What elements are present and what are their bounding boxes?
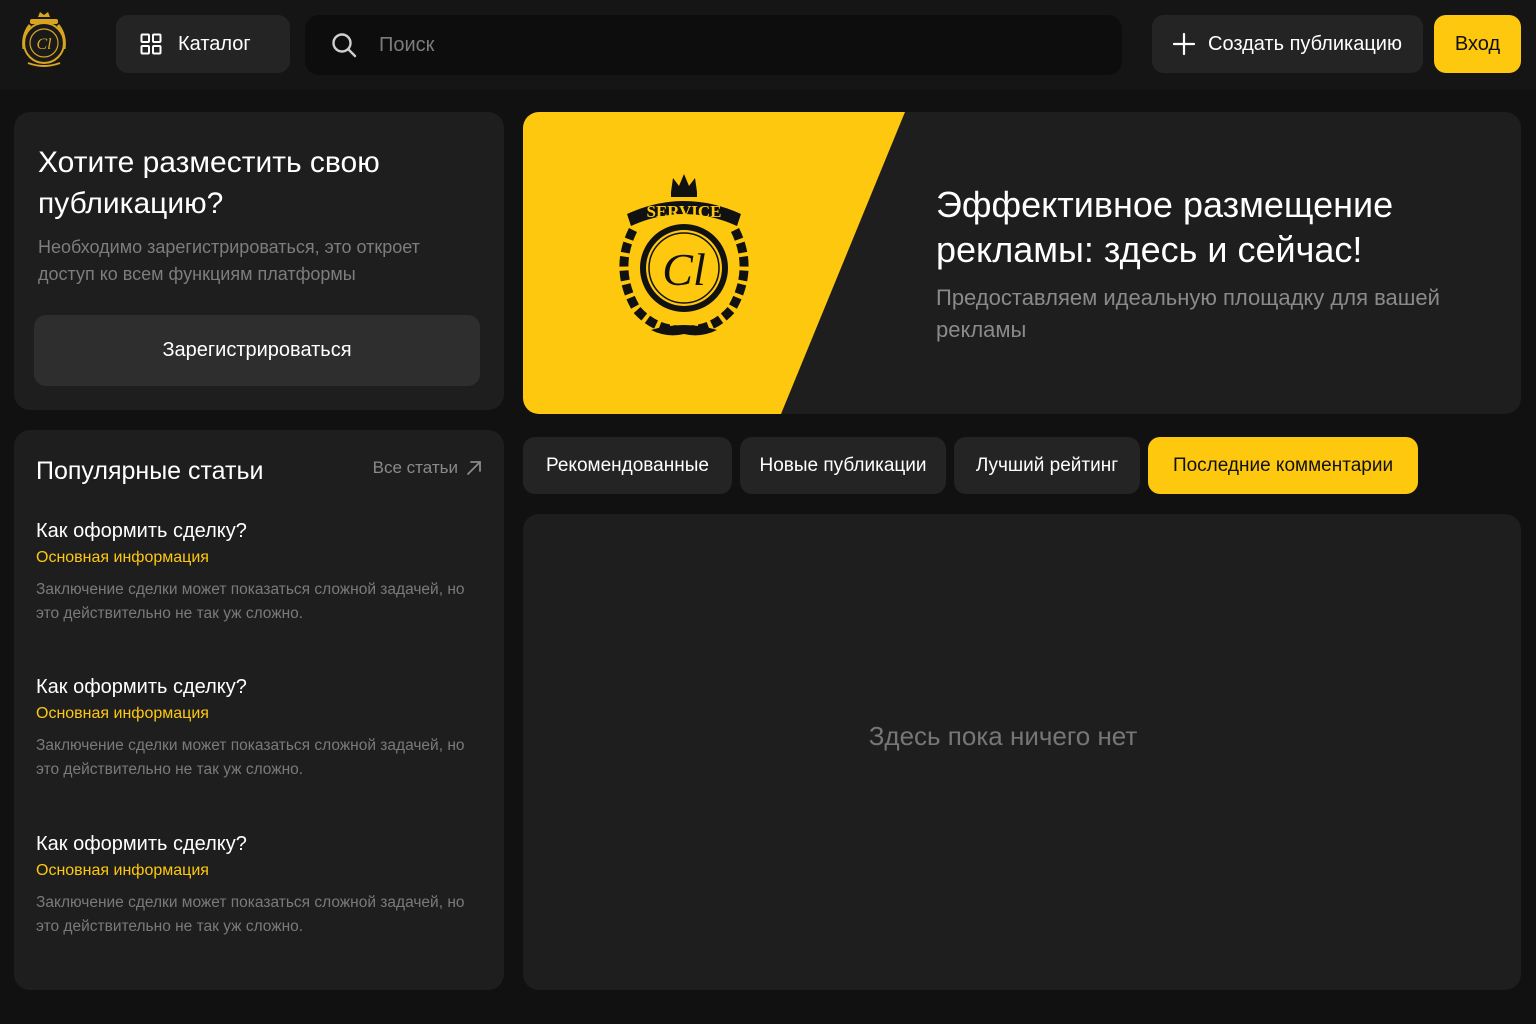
register-card: Хотите разместить свою публикацию? Необх… [14, 112, 504, 410]
article-excerpt: Заключение сделки может показаться сложн… [36, 894, 465, 935]
tab-new-publications[interactable]: Новые публикации [740, 437, 946, 494]
plus-icon [1172, 32, 1196, 56]
all-articles-label: Все статьи [372, 458, 458, 477]
grid-icon [140, 33, 162, 55]
login-button[interactable]: Вход [1434, 15, 1521, 73]
tab-latest-comments[interactable]: Последние комментарии [1148, 437, 1418, 494]
article-category[interactable]: Основная информация [36, 860, 486, 882]
svg-text:Cl: Cl [36, 36, 52, 53]
svg-text:Cl: Cl [662, 244, 705, 295]
article-item: Как оформить сделку? Основная информация… [36, 518, 486, 626]
tab-recommended[interactable]: Рекомендованные [523, 437, 732, 494]
banner-title: Эффективное размещение рекламы: здесь и … [936, 184, 1394, 270]
popular-articles-card: Популярные статьи Все статьи Как оформит… [14, 430, 504, 990]
arrow-up-right-icon [467, 461, 481, 475]
register-description: Необходимо зарегистрироваться, это откро… [38, 237, 420, 284]
article-category[interactable]: Основная информация [36, 547, 486, 569]
article-item: Как оформить сделку? Основная информация… [36, 831, 486, 939]
svg-text:SERVICE: SERVICE [647, 202, 722, 221]
article-item: Как оформить сделку? Основная информация… [36, 674, 486, 782]
search-bar[interactable] [305, 15, 1122, 75]
search-icon [332, 33, 357, 58]
catalog-button[interactable]: Каталог [116, 15, 290, 73]
article-category[interactable]: Основная информация [36, 703, 486, 725]
service-emblem-icon: SERVICE Cl [619, 174, 749, 336]
top-bar: Cl Каталог Создать публикацию Вход [0, 0, 1536, 90]
article-title[interactable]: Как оформить сделку? [36, 674, 486, 700]
search-input[interactable] [379, 33, 1059, 57]
popular-articles-title: Популярные статьи [36, 457, 264, 485]
article-excerpt: Заключение сделки может показаться сложн… [36, 737, 465, 778]
catalog-label: Каталог [178, 32, 251, 55]
register-title: Хотите разместить свою публикацию? [38, 146, 380, 220]
article-title[interactable]: Как оформить сделку? [36, 518, 486, 544]
crest-logo-icon[interactable]: Cl [16, 9, 72, 73]
banner-subtitle: Предоставляем идеальную площадку для ваш… [936, 285, 1440, 342]
tab-best-rating[interactable]: Лучший рейтинг [954, 437, 1140, 494]
promo-banner: SERVICE Cl Эффективное размещение реклам… [523, 112, 1521, 414]
empty-state-text: Здесь пока ничего нет [868, 721, 1138, 751]
article-excerpt: Заключение сделки может показаться сложн… [36, 581, 465, 622]
content-panel: Здесь пока ничего нет [523, 514, 1521, 990]
create-publication-label: Создать публикацию [1208, 32, 1402, 55]
register-button[interactable]: Зарегистрироваться [34, 315, 480, 386]
create-publication-button[interactable]: Создать публикацию [1152, 15, 1423, 73]
all-articles-link[interactable]: Все статьи [373, 458, 482, 478]
article-title[interactable]: Как оформить сделку? [36, 831, 486, 857]
